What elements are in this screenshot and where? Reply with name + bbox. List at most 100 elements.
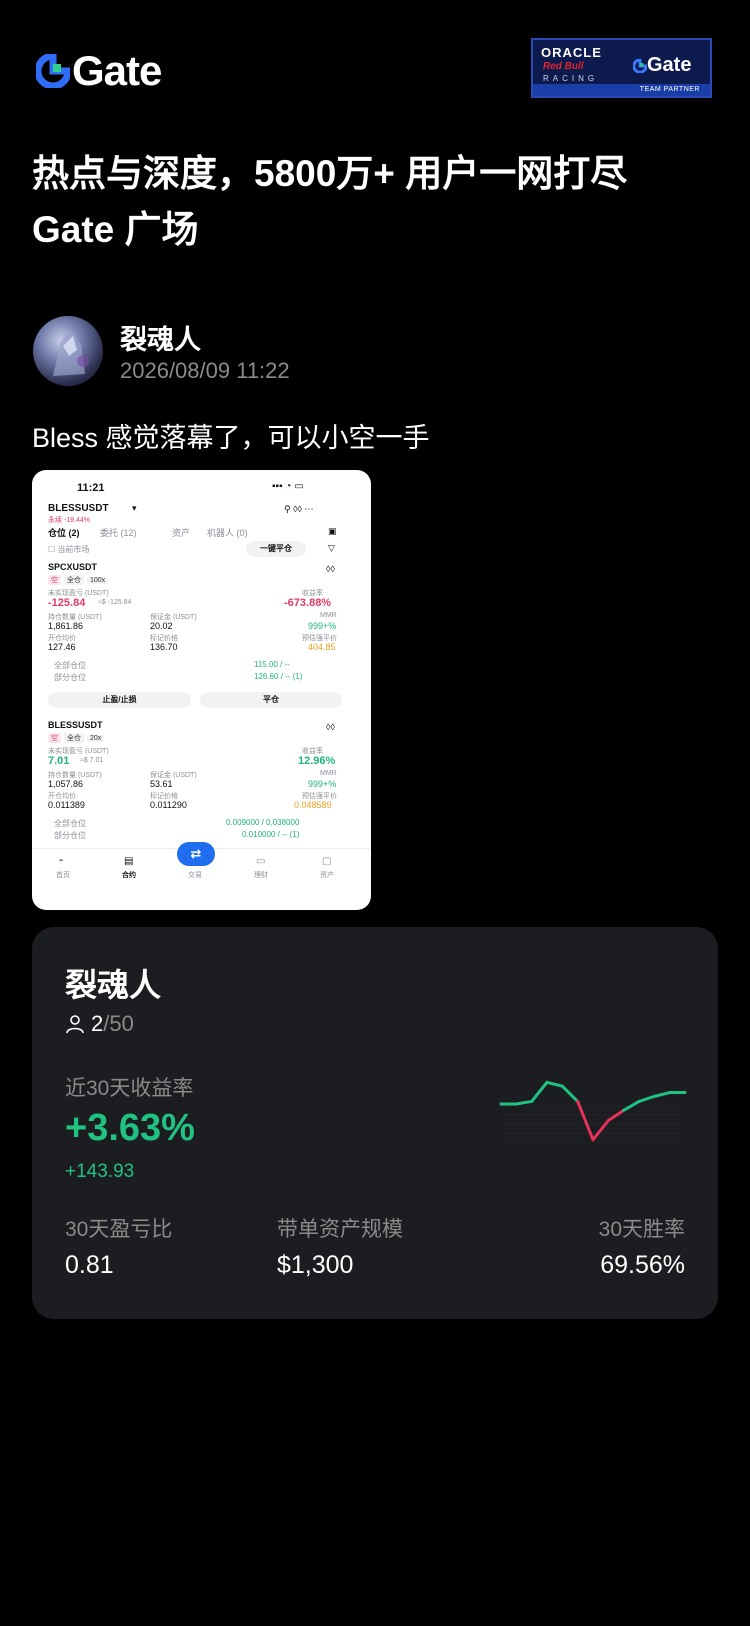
shot-status-time: 11:21 <box>77 482 105 494</box>
shot-pair-dropdown-icon: ▾ <box>132 503 137 513</box>
sparkline-segment <box>637 1094 656 1103</box>
gate-logo[interactable]: Gate <box>36 47 162 94</box>
shot-status-icons: ▪▪▪ ◔ ▭ <box>272 481 304 492</box>
p2-entry: 0.011389 <box>48 800 85 810</box>
shot-tab-1: 委托 (12) <box>100 528 137 538</box>
shot-nav-home-icon: ◓ <box>58 856 65 867</box>
gate-logo-icon <box>36 54 70 88</box>
headline: 热点与深度，5800万+ 用户一网打尽 Gate 广场 <box>32 146 732 258</box>
return-pct: +3.63% <box>65 1107 195 1149</box>
p2-margin: 53.61 <box>150 779 173 789</box>
p2-symbol: BLESSUSDT <box>48 720 103 730</box>
p1-roe: -673.88% <box>284 597 332 609</box>
partner-redbull: Red Bull <box>543 61 584 72</box>
gate-small-icon <box>633 58 647 73</box>
p1-mark: 136.70 <box>150 642 178 652</box>
shot-nav-trade: 交易 <box>188 872 202 879</box>
p1-pnl-approx: ≈$ -125.84 <box>98 599 132 606</box>
stat-label-pnl-ratio: 30天盈亏比 <box>65 1218 173 1241</box>
p2-part-tp-label: 部分仓位 <box>54 831 86 840</box>
partner-gate: Gate <box>633 54 691 77</box>
sparkline-segment <box>652 1091 672 1098</box>
p1-margin: 20.02 <box>150 621 173 631</box>
sparkline-segment <box>591 1119 610 1142</box>
stat-value-aum: $1,300 <box>277 1251 354 1279</box>
p2-mark: 0.011290 <box>150 800 187 810</box>
p1-entry: 127.46 <box>48 642 76 652</box>
stat-value-pnl-ratio: 0.81 <box>65 1251 114 1279</box>
shot-nav-earn: 理财 <box>254 872 268 879</box>
followers-total: /50 <box>103 1011 134 1036</box>
headline-line1: 热点与深度，5800万+ 用户一网打尽 <box>32 153 628 194</box>
stat-value-winrate: 69.56% <box>600 1251 685 1279</box>
p1-tags: 空全仓 100x <box>48 574 111 585</box>
shot-history-icon: ▣ <box>328 526 337 536</box>
stat-label-winrate: 30天胜率 <box>598 1218 685 1241</box>
return-sparkline <box>499 1080 687 1143</box>
p2-part-tp: 0.010000 / -- (1) <box>242 830 300 839</box>
p1-full-tp: 115.00 / -- <box>254 660 290 669</box>
shot-nav-trade-icon: ⇄ <box>177 842 215 866</box>
shot-nav-futures: 合约 <box>122 872 136 879</box>
shot-pair-sub: 永续 -19.44% <box>48 517 91 524</box>
shot-nav-home: 首页 <box>56 872 70 879</box>
sparkline-segment <box>530 1080 549 1103</box>
user-icon <box>66 1015 84 1034</box>
shot-tab-2: 资产 <box>172 528 191 538</box>
p1-pnl: -125.84 <box>48 597 86 609</box>
post-author[interactable]: 裂魂人 <box>120 318 201 357</box>
shot-nav-assets-icon: ▢ <box>322 856 332 867</box>
p2-pnl: 7.01 <box>48 755 70 767</box>
p2-liq: 0.048589 <box>294 800 332 810</box>
brand-name: Gate <box>72 47 162 94</box>
p2-mmr: 999+% <box>308 779 337 789</box>
p1-mmr-label: MMR <box>320 612 337 619</box>
p2-pnl-approx: ≈$ 7.01 <box>80 757 104 764</box>
p1-close-button: 平仓 <box>200 692 342 708</box>
headline-line2: Gate 广场 <box>32 209 199 250</box>
post-text: Bless 感觉落幕了，可以小空一手 <box>32 423 430 453</box>
shot-tab-3: 机器人 (0) <box>207 528 248 538</box>
return-abs: +143.93 <box>65 1161 135 1182</box>
team-partner-label: TEAM PARTNER <box>533 84 710 96</box>
avatar-art-icon <box>53 331 89 376</box>
avatar[interactable] <box>33 316 103 386</box>
shot-tab-0: 仓位 (2) <box>48 528 80 538</box>
sparkline-segment <box>514 1099 534 1106</box>
sparkline-segment <box>560 1084 580 1103</box>
p2-full-tp: 0.009000 / 0.038000 <box>226 818 300 827</box>
shot-nav-futures-icon: ▤ <box>124 856 134 867</box>
p2-mmr-label: MMR <box>320 770 337 777</box>
partner-racing: RACING <box>543 74 599 83</box>
trader-followers: 2/50 <box>65 1011 134 1037</box>
p1-qty: 1,861.86 <box>48 621 84 631</box>
stat-label-aum: 带单资产规模 <box>277 1218 403 1241</box>
p1-liq: 404.85 <box>308 642 336 652</box>
p1-symbol: SPCXUSDT <box>48 562 98 572</box>
shot-current-market: ☐ 当前市场 <box>48 545 90 554</box>
p1-part-tp-label: 部分仓位 <box>54 673 86 682</box>
trader-name: 裂魂人 <box>65 967 162 1003</box>
shot-filter-icon: ▽ <box>328 543 335 553</box>
p1-mmr: 999+% <box>308 621 337 631</box>
p2-full-tp-label: 全部仓位 <box>54 819 86 828</box>
copy-trader-card[interactable]: 裂魂人 2/50 近30天收益率 +3.63% +143.93 30天盈亏比 0… <box>32 927 718 1319</box>
p2-tags: 空全仓 20x <box>48 732 107 743</box>
partner-gate-text: Gate <box>647 54 692 76</box>
shot-close-all: 一键平仓 <box>246 541 306 557</box>
post-time: 2026/08/09 11:22 <box>120 358 290 383</box>
post-image[interactable]: 11:21 ▪▪▪ ◔ ▭ BLESSUSDT ▾ 永续 -19.44% ⚲ ◊… <box>32 470 371 910</box>
p2-roe: 12.96% <box>298 755 336 767</box>
p1-tpsl-button: 止盈/止损 <box>48 692 191 708</box>
shot-pair: BLESSUSDT <box>48 503 109 514</box>
p1-share-icon: ◊◊ <box>326 564 335 574</box>
p2-share-icon: ◊◊ <box>326 722 335 732</box>
shot-nav-assets: 资产 <box>320 872 334 879</box>
p1-part-tp: 126.60 / -- (1) <box>254 672 303 681</box>
shot-nav-earn-icon: ▭ <box>256 856 266 867</box>
partner-oracle: ORACLE <box>541 45 602 60</box>
return-label: 近30天收益率 <box>65 1077 194 1100</box>
shot-more-icons: ⚲ ◊◊ ⋯ <box>284 504 314 514</box>
partner-badge: ORACLE Red Bull RACING Gate TEAM PARTNER <box>531 38 712 98</box>
sparkline-segment <box>545 1080 564 1088</box>
